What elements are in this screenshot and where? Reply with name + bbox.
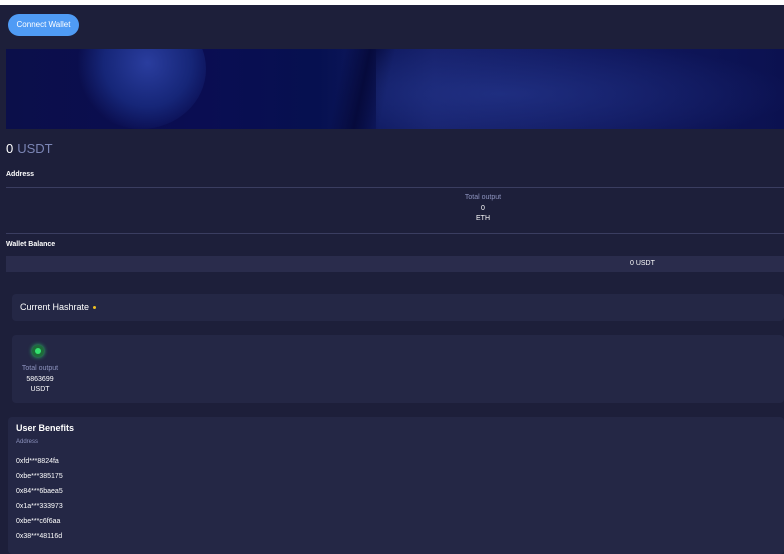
green-status-icon: [32, 345, 44, 357]
hashrate-title-row: Current Hashrate: [20, 302, 97, 313]
wallet-balance-value: 0 USDT: [630, 260, 655, 267]
hero-banner: [6, 49, 784, 129]
output-value: 5863699: [26, 376, 54, 383]
wallet-balance-label: Wallet Balance: [6, 241, 56, 248]
page: Connect Wallet 0 USDT Address Total outpu…: [0, 5, 784, 554]
address-item: 0x38***48116d: [16, 533, 63, 540]
benefits-subtitle: Address: [16, 439, 39, 445]
balance-unit: USDT: [17, 141, 53, 156]
address-item: 0xfd***8824fa: [16, 458, 59, 465]
wallet-balance-bar: 0 USDT: [6, 256, 784, 272]
banner-haze: [376, 49, 784, 129]
hashrate-indicator-icon: [93, 306, 97, 310]
banner-glow: [76, 49, 206, 129]
total-output-card: Total output 5863699 USDT: [12, 335, 784, 403]
address-item: 0x84***6baea5: [16, 488, 63, 495]
balance-amount: 0: [6, 141, 14, 156]
user-benefits-card: User Benefits Address 0xfd***8824fa 0xbe…: [8, 417, 784, 554]
hashrate-title: Current Hashrate: [20, 302, 90, 312]
current-hashrate-card: Current Hashrate: [12, 294, 784, 321]
total-output-value: 0: [481, 205, 485, 212]
total-output-eth: Total output 0 ETH: [400, 193, 566, 224]
benefits-title: User Benefits: [16, 423, 75, 433]
output-label: Total output: [21, 365, 59, 372]
address-label: Address: [6, 171, 35, 178]
balance-display: 0 USDT: [6, 141, 53, 157]
output-unit: USDT: [30, 386, 50, 393]
divider: [6, 187, 784, 188]
address-item: 0xbe***c6f6aa: [16, 518, 61, 525]
address-list: 0xfd***8824fa 0xbe***385175 0x84***6baea…: [16, 457, 63, 547]
connect-wallet-button[interactable]: Connect Wallet: [8, 14, 79, 36]
address-item: 0x1a***333973: [16, 503, 63, 510]
output-stat: Total output 5863699 USDT: [18, 364, 62, 395]
total-output-unit: ETH: [476, 215, 490, 222]
total-output-label: Total output: [464, 194, 502, 201]
address-item: 0xbe***385175: [16, 473, 63, 480]
divider: [6, 233, 784, 234]
